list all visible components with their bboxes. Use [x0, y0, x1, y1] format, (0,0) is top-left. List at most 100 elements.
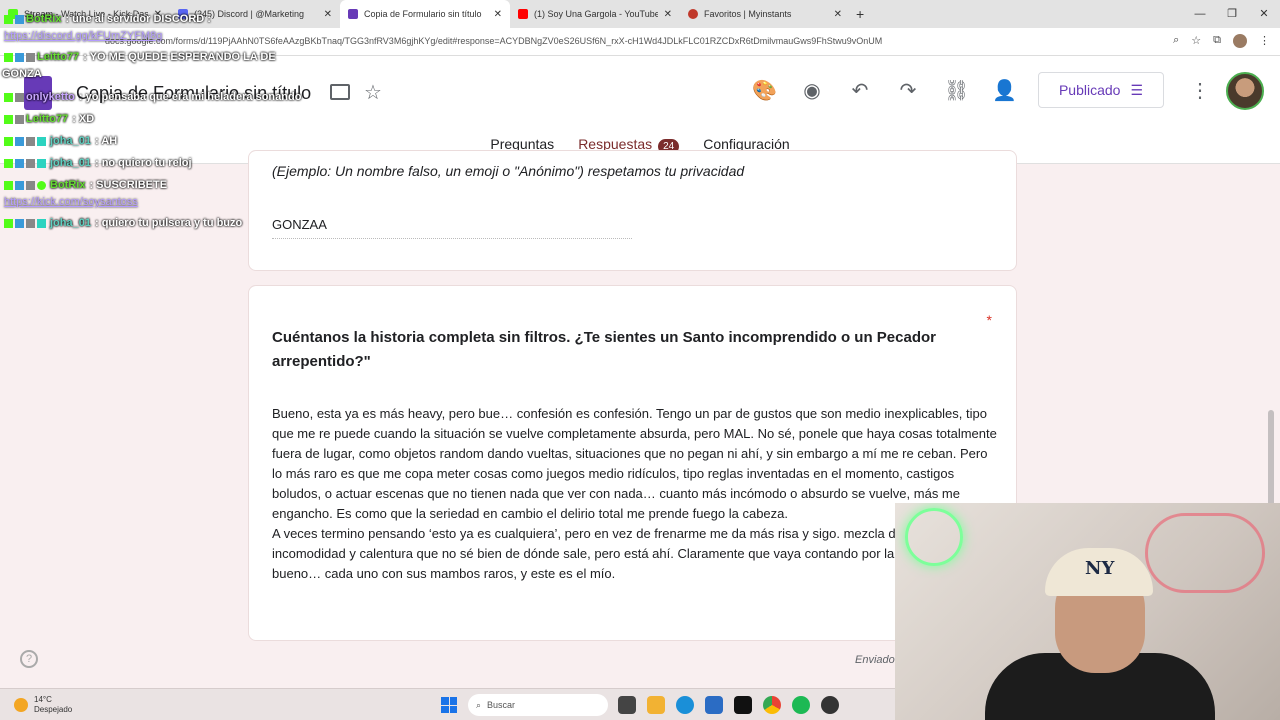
kick-badge-icon [4, 218, 13, 228]
required-mark: * [986, 312, 992, 328]
folder-icon[interactable] [330, 84, 350, 100]
chat-text: : quiero tu pulsera y tu buzo [94, 217, 243, 229]
search-icon: ⌕ [476, 699, 482, 710]
gift-badge-icon [37, 136, 46, 146]
weather-widget[interactable]: 14°C Despejado [14, 695, 72, 715]
stream-chat-overlay: BotRix : une al servidor DISCORD : https… [0, 8, 320, 234]
chat-link[interactable]: https://kick.com/soysantoss [0, 196, 320, 212]
user-avatar[interactable] [1226, 72, 1264, 110]
chat-text: : yo pensaba que era mi heladera sonando [78, 91, 302, 103]
help-icon[interactable]: ? [20, 650, 38, 668]
tab-label: Copia de Formulario sin título [364, 9, 482, 19]
chat-user: joha_01 [50, 157, 91, 169]
chat-user: joha_01 [50, 135, 91, 147]
sub-badge-icon [15, 92, 24, 102]
close-icon[interactable]: ✕ [834, 9, 842, 20]
neon-smiley-sign [905, 508, 963, 566]
search-placeholder: Buscar [487, 700, 516, 710]
published-button[interactable]: Publicado ☰ [1038, 72, 1164, 108]
mod-badge-icon [15, 52, 24, 62]
link-icon[interactable]: ⛓ [944, 78, 969, 103]
chat-text: : YO ME QUEDE ESPERANDO LA DE [83, 51, 276, 63]
windows-start-icon[interactable] [441, 697, 457, 713]
spotify-icon[interactable] [792, 696, 810, 714]
yahoo-icon[interactable] [734, 696, 752, 714]
mod-badge-icon [15, 14, 24, 24]
new-tab-button[interactable]: + [856, 6, 864, 22]
taskbar-apps [618, 696, 839, 714]
chat-message: Leitto77 : XD [0, 108, 320, 130]
bookmark-star-icon[interactable]: ☆ [1191, 34, 1201, 48]
chat-message: joha_01 : no quiero tu reloj [0, 152, 320, 174]
windows-taskbar: 14°C Despejado ⌕ Buscar [0, 688, 895, 720]
answer-paragraph: Bueno, esta ya es más heavy, pero bue… c… [272, 406, 997, 521]
chat-message: Leitto77 : YO ME QUEDE ESPERANDO LA DE [0, 46, 320, 68]
weather-moon-icon [14, 698, 28, 712]
close-icon[interactable]: ✕ [324, 9, 332, 20]
preview-eye-icon[interactable]: ◉ [800, 78, 824, 103]
redo-icon[interactable]: ↷ [896, 78, 920, 103]
chat-text-continuation: GONZA [2, 68, 42, 80]
chrome-icon[interactable] [763, 696, 781, 714]
chat-user: Leitto77 [26, 113, 69, 125]
undo-icon[interactable]: ↶ [848, 78, 872, 103]
window-controls: — ❐ ✕ [1184, 0, 1280, 28]
short-answer: GONZAA [272, 217, 632, 239]
minimize-icon[interactable]: — [1184, 0, 1216, 28]
star-icon[interactable]: ☆ [364, 80, 382, 105]
tab-label: (1) Soy Una Gargola - YouTube [534, 9, 658, 19]
extensions-icon[interactable]: ⧉ [1213, 34, 1221, 48]
kick-badge-icon [4, 180, 13, 190]
file-explorer-icon[interactable] [647, 696, 665, 714]
sub-badge-icon [15, 114, 24, 124]
chat-message: BotRix : une al servidor DISCORD : [0, 8, 320, 30]
palette-icon[interactable]: 🎨 [752, 78, 777, 103]
zoom-icon[interactable]: ⌕ [1173, 34, 1179, 48]
close-icon[interactable]: ✕ [494, 9, 502, 20]
browser-profile-avatar[interactable] [1233, 34, 1247, 48]
taskbar-search[interactable]: ⌕ Buscar [468, 694, 608, 716]
mod-badge-icon [15, 136, 24, 146]
browser-tab-forms[interactable]: Copia de Formulario sin título ✕ [340, 0, 510, 28]
mod-badge-icon [15, 158, 24, 168]
mod-badge-icon [15, 218, 24, 228]
chat-user: onlyketto [26, 91, 75, 103]
address-bar-icons: ⌕ ☆ ⧉ ⋮ [1173, 34, 1270, 48]
task-view-icon[interactable] [618, 696, 636, 714]
browser-tab-myinstants[interactable]: Favoritos | Myinstants ✕ [680, 0, 850, 28]
restore-icon[interactable]: ❐ [1216, 0, 1248, 28]
kick-badge-icon [4, 158, 13, 168]
browser-menu-icon[interactable]: ⋮ [1259, 34, 1270, 48]
question-hint: (Ejemplo: Un nombre falso, un emoji o "A… [272, 163, 745, 179]
add-collaborator-icon[interactable]: 👤 [992, 78, 1017, 103]
chat-text: : AH [94, 135, 118, 147]
chat-text: : SUSCRIBETE [89, 179, 168, 191]
browser-tab-youtube[interactable]: (1) Soy Una Gargola - YouTube ✕ [510, 0, 680, 28]
gift-badge-icon [37, 218, 46, 228]
webcam-overlay: NY [895, 503, 1280, 720]
close-icon[interactable]: ✕ [664, 9, 672, 20]
chat-text: : XD [72, 113, 95, 125]
more-options-icon[interactable]: ⋮ [1190, 78, 1210, 103]
obs-icon[interactable] [821, 696, 839, 714]
cap-logo: NY [1085, 558, 1115, 579]
store-icon[interactable] [705, 696, 723, 714]
response-card-name: (Ejemplo: Un nombre falso, un emoji o "A… [248, 150, 1017, 271]
close-window-icon[interactable]: ✕ [1248, 0, 1280, 28]
mod-badge-icon [15, 180, 24, 190]
header-actions: 🎨 ◉ ↶ ↷ ⛓ 👤 [752, 78, 1017, 103]
sub-badge-icon [26, 136, 35, 146]
weather-condition: Despejado [34, 705, 73, 714]
sub-badge-icon [26, 180, 35, 190]
answer-paragraph: A veces termino pensando ‘esto ya es cua… [272, 526, 955, 581]
kick-badge-icon [4, 52, 13, 62]
myinstants-icon [688, 9, 698, 19]
chat-user: Leitto77 [37, 51, 80, 63]
chat-text: : no quiero tu reloj [94, 157, 192, 169]
chat-text: : une al servidor DISCORD : [65, 13, 211, 25]
chat-link[interactable]: https://discord.gg/kFUmZYFM8g [0, 30, 320, 46]
forms-icon [348, 9, 358, 19]
tab-label: Favoritos | Myinstants [704, 9, 792, 19]
edge-icon[interactable] [676, 696, 694, 714]
neon-light [1145, 513, 1265, 593]
